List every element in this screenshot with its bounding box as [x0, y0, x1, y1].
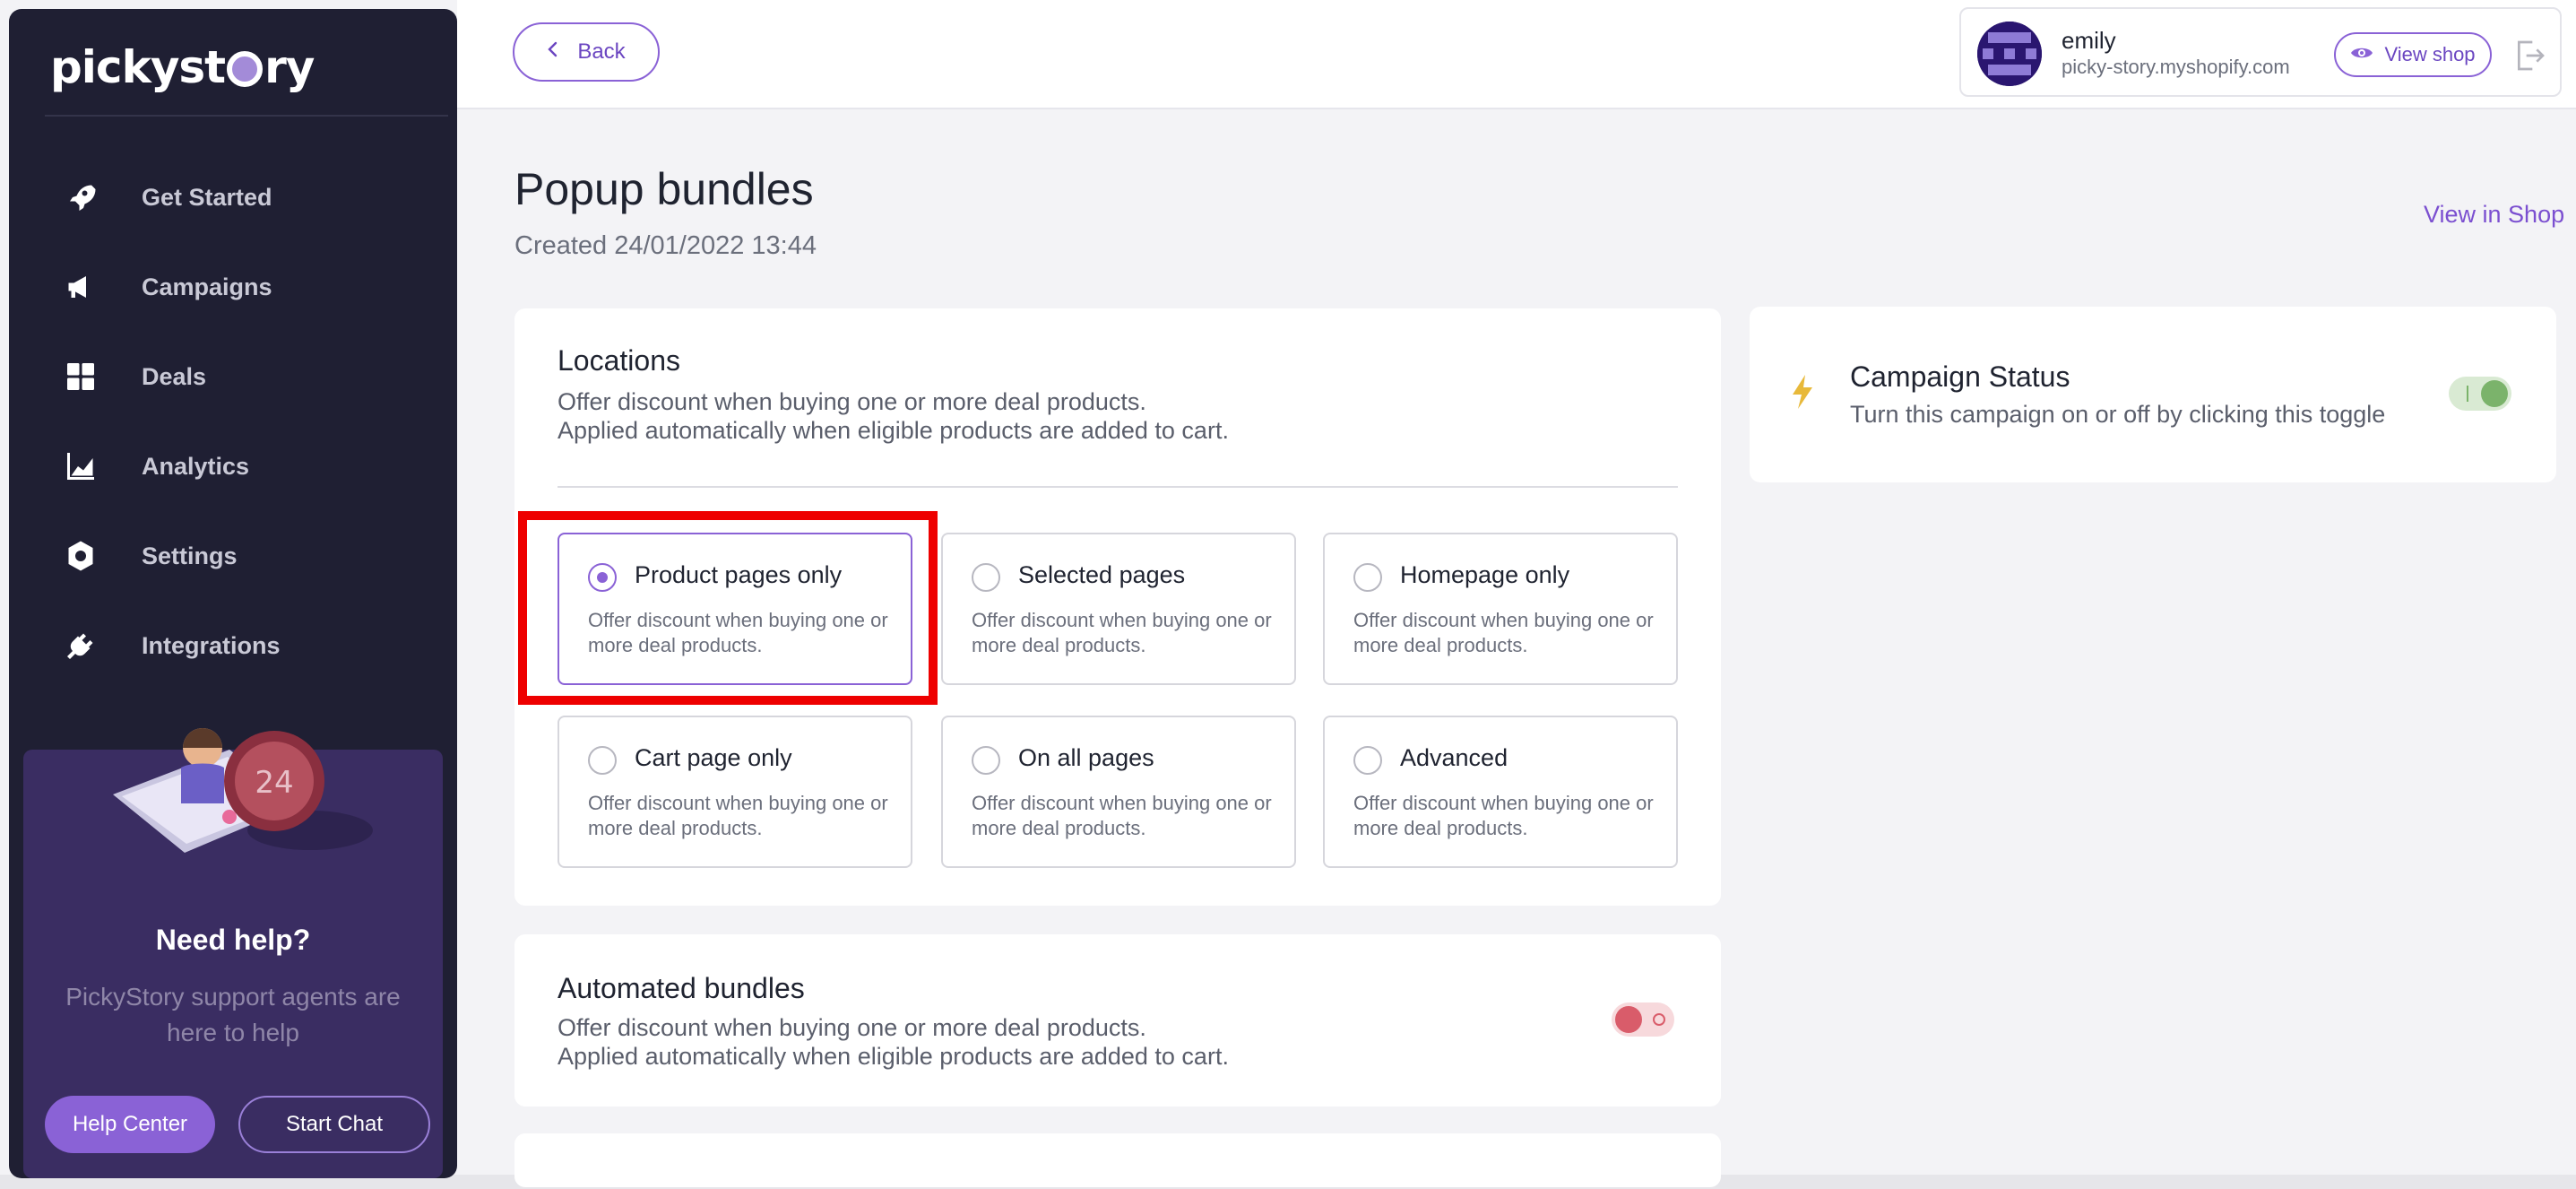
option-title: On all pages: [1018, 744, 1154, 771]
sidebar-item-label: Deals: [142, 362, 207, 390]
user-shop-domain: picky-story.myshopify.com: [2062, 56, 2290, 78]
logo-text-right: ry: [264, 41, 315, 93]
view-in-shop-link[interactable]: View in Shop: [2424, 201, 2564, 229]
back-label: Back: [577, 39, 626, 64]
user-account-box: emily picky-story.myshopify.com View sho…: [1959, 7, 2562, 97]
location-option-product-pages[interactable]: Product pages only Offer discount when b…: [558, 533, 912, 685]
user-name: emily: [2062, 27, 2116, 54]
start-chat-button[interactable]: Start Chat: [238, 1096, 430, 1153]
sidebar-item-label: Analytics: [142, 452, 250, 480]
next-card: [514, 1133, 1721, 1187]
help-title: Need help?: [155, 924, 311, 956]
back-button[interactable]: Back: [513, 22, 660, 82]
sidebar-item-get-started[interactable]: Get Started: [63, 152, 448, 242]
logout-icon[interactable]: [2511, 38, 2547, 74]
plug-icon: [63, 628, 99, 664]
gear-icon: [63, 538, 99, 574]
automated-bundles-card: Automated bundles Offer discount when bu…: [514, 934, 1721, 1107]
option-desc: Offer discount when buying one or more d…: [972, 792, 1272, 839]
radio-button[interactable]: [1353, 746, 1382, 775]
campaign-status-toggle[interactable]: [2449, 377, 2511, 411]
sidebar-item-label: Campaigns: [142, 273, 272, 300]
toggle-knob: [2481, 380, 2508, 407]
avatar[interactable]: [1977, 22, 2042, 86]
rocket-icon: [63, 179, 99, 215]
automated-bundles-desc-line1: Offer discount when buying one or more d…: [558, 1014, 1146, 1041]
campaign-status-title: Campaign Status: [1850, 360, 2070, 393]
sidebar-item-label: Integrations: [142, 631, 281, 659]
lightning-icon: [1791, 375, 1814, 413]
automated-bundles-toggle[interactable]: [1612, 1002, 1674, 1037]
chevron-left-icon: [547, 39, 559, 65]
help-center-button[interactable]: Help Center: [45, 1096, 215, 1153]
sidebar-item-analytics[interactable]: Analytics: [63, 421, 448, 511]
sidebar-nav: Get Started Campaigns Deals Analytics Se…: [63, 152, 448, 690]
location-option-all-pages[interactable]: On all pages Offer discount when buying …: [941, 716, 1296, 868]
locations-desc-line2: Applied automatically when eligible prod…: [558, 417, 1229, 444]
option-desc: Offer discount when buying one or more d…: [1353, 609, 1654, 656]
divider: [558, 486, 1678, 488]
radio-button[interactable]: [588, 563, 617, 592]
toggle-off-mark: [1653, 1013, 1665, 1026]
locations-title: Locations: [558, 344, 680, 377]
view-shop-label: View shop: [2384, 43, 2476, 65]
logo-text-left: pickyst: [50, 41, 226, 93]
option-desc: Offer discount when buying one or more d…: [588, 792, 888, 839]
location-option-cart-page[interactable]: Cart page only Offer discount when buyin…: [558, 716, 912, 868]
radio-button[interactable]: [972, 563, 1000, 592]
pickystory-logo[interactable]: pickyst ry: [50, 36, 315, 99]
svg-text:24: 24: [255, 765, 293, 801]
option-desc: Offer discount when buying one or more d…: [1353, 792, 1654, 839]
grid-icon: [63, 359, 99, 395]
campaign-status-card: Campaign Status Turn this campaign on or…: [1750, 307, 2556, 482]
locations-card: Locations Offer discount when buying one…: [514, 308, 1721, 906]
option-title: Selected pages: [1018, 561, 1186, 588]
sidebar-item-integrations[interactable]: Integrations: [63, 601, 448, 690]
radio-button[interactable]: [972, 746, 1000, 775]
radio-button[interactable]: [588, 746, 617, 775]
view-shop-button[interactable]: View shop: [2334, 32, 2492, 77]
location-option-advanced[interactable]: Advanced Offer discount when buying one …: [1323, 716, 1678, 868]
eye-icon: [2350, 43, 2373, 66]
option-title: Product pages only: [635, 561, 843, 588]
help-subtitle: PickyStory support agents are here to he…: [65, 983, 401, 1046]
toggle-on-mark: [2467, 386, 2468, 402]
location-option-selected-pages[interactable]: Selected pages Offer discount when buyin…: [941, 533, 1296, 685]
sidebar-item-settings[interactable]: Settings: [63, 511, 448, 601]
radio-button[interactable]: [1353, 563, 1382, 592]
megaphone-icon: [63, 269, 99, 305]
sidebar-item-deals[interactable]: Deals: [63, 332, 448, 421]
sidebar-item-label: Get Started: [142, 183, 272, 211]
option-title: Cart page only: [635, 744, 792, 771]
logo-divider: [45, 115, 448, 117]
locations-desc-line1: Offer discount when buying one or more d…: [558, 388, 1146, 415]
logo-o-icon: [227, 51, 264, 87]
automated-bundles-desc-line2: Applied automatically when eligible prod…: [558, 1043, 1229, 1070]
toggle-knob: [1615, 1006, 1642, 1033]
help-card: 24 Need help? PickyStory support agents …: [23, 728, 443, 1178]
option-desc: Offer discount when buying one or more d…: [588, 609, 888, 656]
option-title: Homepage only: [1400, 561, 1570, 588]
support-agent-illustration: 24: [113, 728, 373, 853]
sidebar-item-campaigns[interactable]: Campaigns: [63, 242, 448, 332]
sidebar-item-label: Settings: [142, 542, 238, 569]
campaign-status-desc: Turn this campaign on or off by clicking…: [1850, 401, 2386, 428]
chart-icon: [63, 448, 99, 484]
option-title: Advanced: [1400, 744, 1508, 771]
location-option-homepage[interactable]: Homepage only Offer discount when buying…: [1323, 533, 1678, 685]
automated-bundles-title: Automated bundles: [558, 972, 805, 1004]
option-desc: Offer discount when buying one or more d…: [972, 609, 1272, 656]
page-title: Popup bundles: [514, 164, 814, 214]
sidebar: pickystry Get Started Campaigns Deals A: [9, 9, 457, 1178]
page-created-date: Created 24/01/2022 13:44: [514, 231, 817, 260]
